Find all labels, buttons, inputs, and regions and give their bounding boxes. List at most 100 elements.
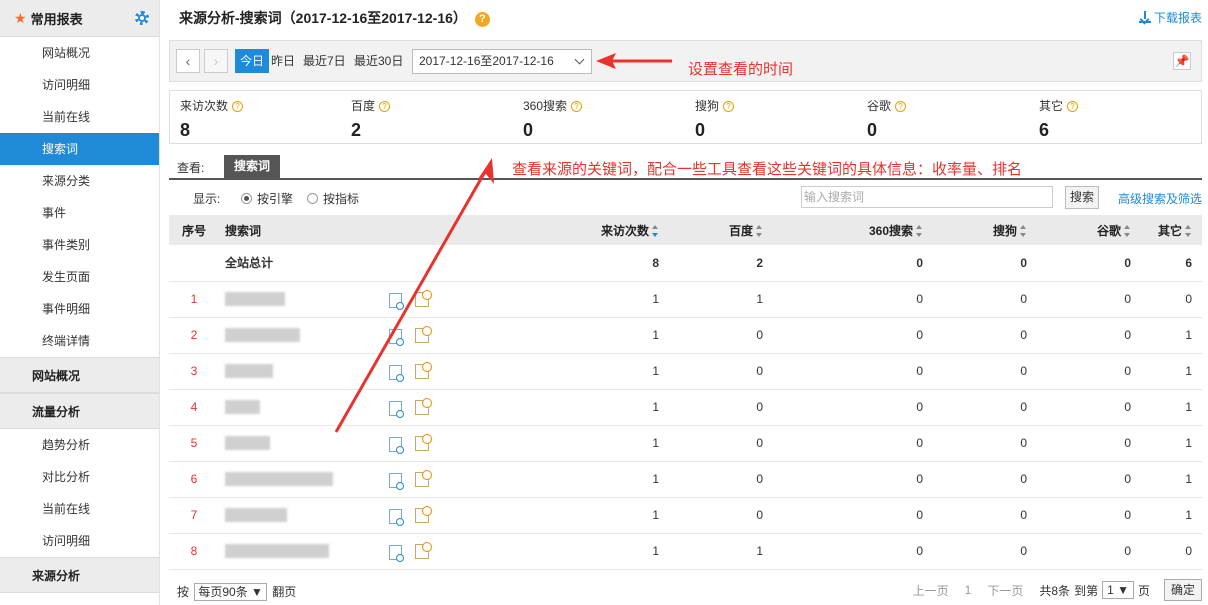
question-icon[interactable]: ? — [895, 101, 907, 112]
sidebar-item-device-detail[interactable]: 终端详情 — [0, 325, 159, 357]
history-clock-icon[interactable] — [415, 433, 432, 451]
search-button[interactable]: 搜索 — [1065, 186, 1099, 209]
pin-icon[interactable]: 📌 — [1173, 52, 1191, 70]
search-doc-icon[interactable] — [389, 436, 404, 454]
sidebar-header-title: 常用报表 — [30, 11, 83, 27]
range-today[interactable]: 今日 — [235, 49, 270, 73]
row-value: 0 — [1037, 425, 1141, 462]
prev-page-link[interactable]: 上一页 — [913, 582, 949, 599]
question-icon[interactable]: ? — [232, 101, 244, 112]
row-value: 0 — [1037, 281, 1141, 318]
sidebar-item-search-words[interactable]: 搜索词 — [0, 133, 159, 165]
sidebar-item-event-category[interactable]: 事件类别 — [0, 229, 159, 261]
question-icon[interactable]: ? — [571, 101, 583, 112]
search-doc-icon[interactable] — [389, 508, 404, 526]
download-report-link[interactable]: 下载报表 — [1138, 9, 1202, 26]
col-index: 序号 — [169, 215, 219, 245]
range-last7[interactable]: 最近7日 — [303, 49, 346, 73]
metric-sogou: 搜狗? 0 — [695, 97, 735, 141]
sidebar-item-online[interactable]: 当前在线 — [0, 101, 159, 133]
row-value: 0 — [1141, 533, 1202, 570]
help-icon[interactable]: ? — [474, 12, 490, 27]
row-value: 0 — [933, 425, 1037, 462]
history-clock-icon[interactable] — [415, 505, 432, 523]
sidebar-group-source[interactable]: 来源分析 — [0, 557, 159, 593]
sidebar-item-events[interactable]: 事件 — [0, 197, 159, 229]
sidebar-item-source-category[interactable]: 来源分类 — [0, 165, 159, 197]
row-value: 0 — [773, 353, 933, 390]
total-google: 0 — [1037, 245, 1141, 282]
col-360[interactable]: 360搜索 — [773, 215, 933, 245]
metric-google: 谷歌? 0 — [867, 97, 907, 141]
advanced-search-link[interactable]: 高级搜索及筛选 — [1118, 190, 1202, 207]
row-value: 1 — [539, 533, 669, 570]
row-index: 8 — [169, 533, 219, 570]
table-row: 6 100001 — [169, 461, 1202, 498]
confirm-button[interactable]: 确定 — [1163, 579, 1202, 601]
row-index: 7 — [169, 497, 219, 534]
question-icon[interactable]: ? — [379, 101, 391, 112]
sidebar-item-traffic-online[interactable]: 当前在线 — [0, 493, 159, 525]
date-range-select[interactable]: 2017-12-16至2017-12-16 — [412, 49, 592, 74]
col-visits[interactable]: 来访次数 — [539, 215, 669, 245]
col-google[interactable]: 谷歌 — [1037, 215, 1141, 245]
sort-icon — [916, 224, 923, 237]
question-icon[interactable]: ? — [723, 101, 735, 112]
prev-date-button[interactable]: ‹ — [176, 49, 200, 73]
sidebar-item-event-detail[interactable]: 事件明细 — [0, 293, 159, 325]
col-baidu[interactable]: 百度 — [669, 215, 773, 245]
radio-dot — [241, 193, 252, 204]
next-date-button[interactable]: › — [204, 49, 228, 73]
page-number[interactable]: 1 — [965, 583, 972, 597]
sidebar-item-traffic-visit-detail[interactable]: 访问明细 — [0, 525, 159, 557]
col-visits-label: 来访次数 — [600, 223, 649, 238]
download-icon — [1138, 11, 1151, 23]
search-doc-icon[interactable] — [389, 400, 404, 418]
sidebar-item-overview[interactable]: 网站概况 — [0, 37, 159, 69]
row-value: 1 — [539, 353, 669, 390]
sidebar-item-compare[interactable]: 对比分析 — [0, 461, 159, 493]
range-last30[interactable]: 最近30日 — [354, 49, 403, 73]
row-value: 1 — [539, 497, 669, 534]
goto-page-select[interactable]: 1 ▼ — [1102, 581, 1134, 599]
sidebar-item-event-page[interactable]: 发生页面 — [0, 261, 159, 293]
radio-by-metric[interactable]: 按指标 — [307, 190, 359, 207]
keyword-redacted — [225, 544, 329, 559]
row-index: 6 — [169, 461, 219, 498]
range-yesterday[interactable]: 昨日 — [271, 49, 295, 73]
search-doc-icon[interactable] — [389, 364, 404, 382]
row-keyword — [219, 497, 539, 534]
history-clock-icon[interactable] — [415, 397, 432, 415]
history-clock-icon[interactable] — [415, 361, 432, 379]
star-icon: ★ — [14, 9, 27, 26]
search-input[interactable]: 输入搜索词 — [801, 186, 1053, 208]
question-icon[interactable]: ? — [1067, 101, 1079, 112]
search-doc-icon[interactable] — [389, 472, 404, 490]
col-other[interactable]: 其它 — [1141, 215, 1202, 245]
row-value: 0 — [773, 317, 933, 354]
sidebar-group-traffic[interactable]: 流量分析 — [0, 393, 159, 429]
history-clock-icon[interactable] — [415, 469, 432, 487]
row-value: 1 — [539, 389, 669, 426]
sidebar-item-visit-detail[interactable]: 访问明细 — [0, 69, 159, 101]
search-doc-icon[interactable] — [389, 544, 404, 562]
search-doc-icon[interactable] — [389, 328, 404, 346]
history-clock-icon[interactable] — [415, 289, 432, 307]
col-sogou[interactable]: 搜狗 — [933, 215, 1037, 245]
metric-label: 百度 — [351, 99, 376, 113]
sidebar-item-trend[interactable]: 趋势分析 — [0, 429, 159, 461]
history-clock-icon[interactable] — [415, 325, 432, 343]
next-page-link[interactable]: 下一页 — [987, 582, 1023, 599]
sort-icon — [652, 224, 659, 237]
search-doc-icon[interactable] — [389, 292, 404, 310]
row-value: 0 — [933, 281, 1037, 318]
radio-by-engine[interactable]: 按引擎 — [241, 190, 293, 207]
metric-baidu: 百度? 2 — [351, 97, 391, 141]
col-google-label: 谷歌 — [1096, 223, 1121, 238]
sidebar-group-overview[interactable]: 网站概况 — [0, 357, 159, 393]
history-clock-icon[interactable] — [415, 541, 432, 559]
gear-icon[interactable] — [135, 11, 149, 25]
tab-search-words[interactable]: 搜索词 — [224, 155, 281, 178]
search-words-table: 序号 搜索词 来访次数 百度 360搜索 搜狗 谷歌 其它 全站总计 8 2 0… — [169, 215, 1202, 570]
per-page-select[interactable]: 每页90条 ▼ — [194, 583, 267, 601]
